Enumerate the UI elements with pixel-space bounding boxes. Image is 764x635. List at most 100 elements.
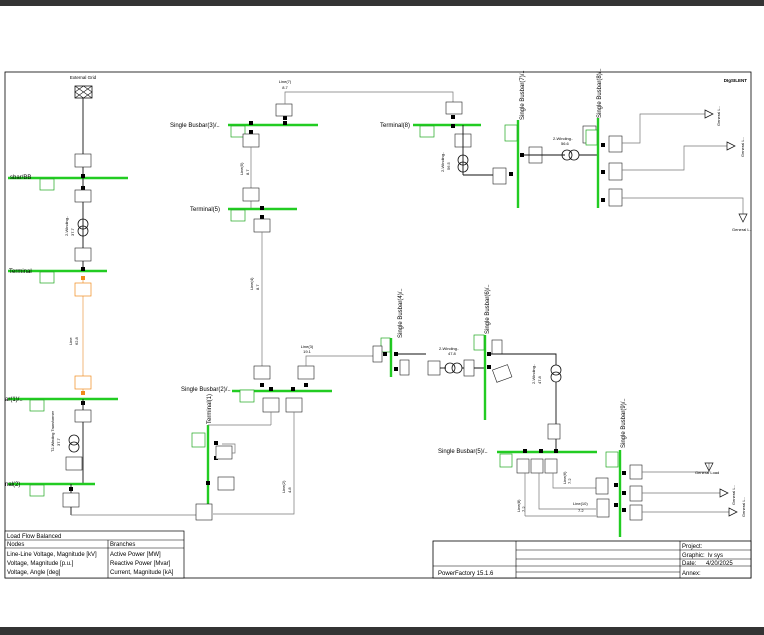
breaker[interactable] [539,449,543,453]
load-arrow-icon[interactable] [738,213,748,223]
legend-table: Load Flow Balanced Nodes Branches Line-L… [4,530,185,579]
transformer-icon[interactable] [444,362,463,374]
breaker[interactable] [451,124,455,128]
result-box [253,218,271,233]
breaker[interactable] [81,174,85,178]
breaker[interactable] [81,267,85,271]
load-arrow-icon[interactable] [704,109,714,119]
graphic-label: Graphic: [682,553,705,559]
breaker[interactable] [260,383,264,387]
result-box [492,364,513,383]
node-result-box [39,271,55,284]
result-box [516,458,530,474]
result-box [275,103,293,117]
breaker[interactable] [214,441,218,445]
result-box [62,492,80,508]
legend-nodes-header: Nodes [7,542,24,548]
breaker[interactable] [614,483,618,487]
load-arrow-icon[interactable] [726,141,736,151]
load-label: General Load [695,470,719,475]
node-label-sb4: Single Busbar(4)/.. [398,288,404,338]
transformer-value: 37.7 [56,437,61,446]
breaker[interactable] [523,449,527,453]
node-result-box [191,432,206,448]
load-arrow-icon[interactable] [719,488,729,498]
breaker[interactable] [487,365,491,369]
transformer-value: 56.6 [561,141,570,146]
node-result-box [380,337,391,353]
breaker[interactable] [383,352,387,356]
result-box [544,458,558,474]
result-box [530,458,544,474]
load-arrow-icon[interactable] [728,507,738,517]
line-value: 8.7 [245,169,250,175]
result-box [195,503,213,521]
result-box [215,445,233,460]
breaker[interactable] [622,471,626,475]
result-box [253,365,271,380]
legend-branch-row: Current, Magnitude [kA] [110,570,174,576]
result-box [629,464,643,480]
result-box [629,504,643,521]
line-value: 7.2 [567,478,572,484]
result-box [629,485,643,502]
node-label-sb5: Single Busbar(5)/.. [438,449,488,455]
breaker[interactable] [283,116,287,120]
breaker[interactable] [520,153,524,157]
result-box [463,359,475,377]
breaker[interactable] [487,352,491,356]
breaker[interactable] [509,172,513,176]
legend-node-row: Line-Line Voltage, Magnitude [kV] [7,552,97,558]
breaker[interactable] [394,367,398,371]
legend-node-row: Voltage, Magnitude [p.u.] [7,561,74,567]
transformer-label: 2-Winding.. [531,364,536,384]
single-line-diagram[interactable]: DIgSILENT External Grid sbar/BB 2-Windin… [0,0,764,635]
external-grid-icon[interactable] [74,85,93,99]
line-value: 8.7 [282,85,288,90]
result-box [74,282,92,297]
breaker[interactable] [206,481,210,485]
breaker[interactable] [601,143,605,147]
breaker[interactable] [260,215,264,219]
transformer-value: 56.5 [446,161,451,170]
result-box [74,409,92,423]
breaker[interactable] [614,503,618,507]
line-label: Line(4) [249,277,254,290]
transformer-value: 47.8 [448,351,457,356]
breaker[interactable] [249,130,253,134]
node-label-terminal2: nal(2) [5,482,20,488]
result-box [445,101,463,115]
node-result-box [585,129,598,146]
breaker[interactable] [601,170,605,174]
breaker[interactable] [601,198,605,202]
breaker[interactable] [260,206,264,210]
node-label-terminal: Terminal [9,269,32,275]
transformer-label: 2-Winding.. [64,216,69,236]
breaker[interactable] [249,121,253,125]
line-label: Line(7) [279,79,292,84]
breaker-highlighted[interactable] [81,391,85,395]
result-box [217,476,235,491]
breaker[interactable] [304,383,308,387]
breaker-highlighted[interactable] [81,276,85,280]
breaker[interactable] [394,352,398,356]
result-box [262,397,280,413]
line-value: 7.2 [521,506,526,512]
node-result-box [29,399,45,412]
breaker[interactable] [622,508,626,512]
breaker[interactable] [622,491,626,495]
result-box [608,135,623,153]
breaker[interactable] [283,121,287,125]
breaker[interactable] [554,449,558,453]
breaker[interactable] [451,115,455,119]
breaker[interactable] [291,387,295,391]
node-result-box [29,484,45,497]
line-value: 7.2 [578,508,584,513]
line-value: 62.8 [74,336,79,345]
node-label-terminal8: Terminal(8) [380,123,410,129]
node-result-box [504,124,518,142]
transformer-icon[interactable] [550,364,562,383]
line-label: Line(2) [281,480,286,493]
transformer-icon[interactable] [68,434,80,453]
breaker[interactable] [269,387,273,391]
